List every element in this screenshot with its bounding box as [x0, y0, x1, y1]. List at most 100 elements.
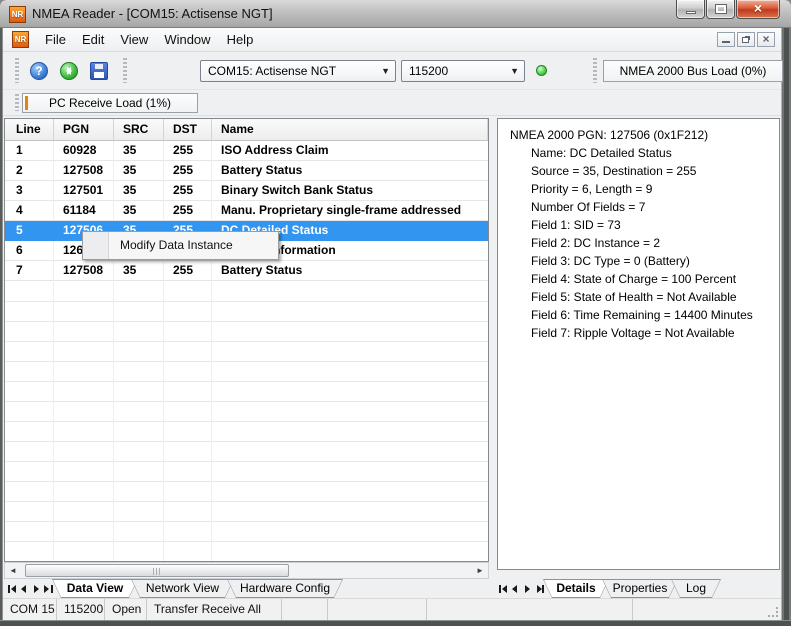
cell-dst: 255 — [164, 261, 212, 281]
tab-network-view[interactable]: Network View — [131, 579, 234, 598]
menu-view[interactable]: View — [112, 29, 156, 51]
cell-name: Battery Status — [212, 161, 488, 181]
horizontal-scrollbar[interactable]: ◄ ► — [4, 562, 489, 579]
tab-prev-icon[interactable] — [511, 584, 520, 593]
column-header-name[interactable]: Name — [212, 119, 488, 141]
mdi-child-icon[interactable]: NR — [12, 31, 29, 48]
right-tab-bar: Details Properties Log — [495, 579, 781, 598]
table-row[interactable]: 2 127508 35 255 Battery Status — [5, 161, 488, 181]
title-bar[interactable]: NR NMEA Reader - [COM15: Actisense NGT] … — [0, 0, 791, 28]
app-icon: NR — [9, 6, 26, 23]
connection-status-led-icon — [536, 65, 547, 76]
mdi-close-button[interactable]: × — [757, 32, 775, 47]
table-row[interactable]: 4 61184 35 255 Manu. Proprietary single-… — [5, 201, 488, 221]
pgn-detail-line: Field 4: State of Charge = 100 Percent — [510, 270, 775, 288]
window-title: NMEA Reader - [COM15: Actisense NGT] — [32, 0, 273, 27]
tab-next-icon[interactable] — [523, 584, 532, 593]
menu-file[interactable]: File — [37, 29, 74, 51]
pgn-detail-line: Field 6: Time Remaining = 14400 Minutes — [510, 306, 775, 324]
tab-details[interactable]: Details — [543, 579, 609, 598]
mdi-minimize-button[interactable] — [717, 32, 735, 47]
main-area: Line PGN SRC DST Name 1 60928 35 255 ISO… — [3, 116, 781, 598]
status-empty-cell — [427, 599, 633, 620]
context-menu: Modify Data Instance — [82, 231, 279, 260]
tab-next-icon[interactable] — [32, 584, 41, 593]
tab-data-view[interactable]: Data View — [52, 579, 138, 598]
table-empty-area — [5, 282, 488, 561]
data-view-pane: Line PGN SRC DST Name 1 60928 35 255 ISO… — [4, 116, 490, 598]
chevron-down-icon: ▼ — [381, 61, 390, 81]
cell-name: Manu. Proprietary single-frame addressed — [212, 201, 488, 221]
tab-last-icon[interactable] — [44, 584, 53, 593]
tab-prev-icon[interactable] — [20, 584, 29, 593]
baud-rate-value: 115200 — [409, 64, 448, 78]
tab-first-icon[interactable] — [8, 584, 17, 593]
scrollbar-thumb[interactable] — [25, 564, 289, 577]
menu-item-modify-data-instance[interactable]: Modify Data Instance — [110, 232, 278, 259]
pgn-detail-line: Number Of Fields = 7 — [510, 198, 775, 216]
cell-src: 35 — [114, 141, 164, 161]
cell-name: ISO Address Claim — [212, 141, 488, 161]
cell-pgn: 127508 — [54, 161, 114, 181]
baud-rate-select[interactable]: 115200 ▼ — [401, 60, 525, 82]
table-row[interactable]: 3 127501 35 255 Binary Switch Bank Statu… — [5, 181, 488, 201]
menu-edit[interactable]: Edit — [74, 29, 112, 51]
maximize-button[interactable] — [706, 0, 735, 19]
tab-log[interactable]: Log — [671, 579, 721, 598]
table-header-row[interactable]: Line PGN SRC DST Name — [5, 119, 488, 141]
com-port-select[interactable]: COM15: Actisense NGT ▼ — [200, 60, 396, 82]
close-button[interactable]: × — [736, 0, 780, 19]
status-bar: COM 15 115200 Open Transfer Receive All — [3, 598, 781, 620]
cell-pgn: 61184 — [54, 201, 114, 221]
toolbar-gripper[interactable] — [123, 58, 127, 83]
pgn-details-title: NMEA 2000 PGN: 127506 (0x1F212) — [510, 126, 775, 144]
tab-hardware-config[interactable]: Hardware Config — [227, 579, 343, 598]
column-header-dst[interactable]: DST — [164, 119, 212, 141]
cell-dst: 255 — [164, 141, 212, 161]
cell-line: 1 — [5, 141, 54, 161]
column-header-src[interactable]: SRC — [114, 119, 164, 141]
cell-name: Battery Status — [212, 261, 488, 281]
cell-dst: 255 — [164, 181, 212, 201]
toolbar-gripper[interactable] — [15, 94, 19, 111]
scroll-left-icon[interactable]: ◄ — [5, 563, 21, 578]
application-window: NR NMEA Reader - [COM15: Actisense NGT] … — [0, 0, 791, 626]
cell-name: Binary Switch Bank Status — [212, 181, 488, 201]
tab-first-icon[interactable] — [499, 584, 508, 593]
menu-window[interactable]: Window — [156, 29, 218, 51]
message-table: Line PGN SRC DST Name 1 60928 35 255 ISO… — [4, 118, 489, 562]
column-header-pgn[interactable]: PGN — [54, 119, 114, 141]
save-icon[interactable] — [90, 62, 108, 80]
pgn-detail-line: Field 7: Ripple Voltage = Not Available — [510, 324, 775, 342]
client-area: NR File Edit View Window Help × ? COM15:… — [3, 28, 781, 620]
pc-receive-load-indicator: PC Receive Load (1%) — [22, 93, 198, 113]
scroll-right-icon[interactable]: ► — [472, 563, 488, 578]
status-com-port: COM 15 — [3, 599, 57, 620]
cell-line: 5 — [5, 221, 54, 241]
cell-dst: 255 — [164, 161, 212, 181]
toolbar-gripper[interactable] — [15, 58, 19, 83]
mdi-caption-buttons: × — [717, 32, 775, 47]
context-menu-icon-gutter — [83, 232, 109, 259]
tab-nav-buttons — [495, 579, 550, 598]
pgn-detail-line: Field 5: State of Health = Not Available — [510, 288, 775, 306]
tab-last-icon[interactable] — [535, 584, 544, 593]
pgn-detail-line: Field 2: DC Instance = 2 — [510, 234, 775, 252]
transfer-icon[interactable] — [60, 62, 78, 80]
cell-line: 4 — [5, 201, 54, 221]
tab-properties[interactable]: Properties — [602, 579, 678, 598]
status-baud-rate: 115200 — [57, 599, 105, 620]
cell-src: 35 — [114, 161, 164, 181]
toolbar-gripper[interactable] — [593, 58, 597, 83]
table-row[interactable]: 1 60928 35 255 ISO Address Claim — [5, 141, 488, 161]
mdi-restore-button[interactable] — [737, 32, 755, 47]
resize-grip[interactable] — [768, 607, 778, 617]
help-icon[interactable]: ? — [30, 62, 48, 80]
minimize-button[interactable] — [676, 0, 705, 19]
table-row[interactable]: 7 127508 35 255 Battery Status — [5, 261, 488, 281]
column-header-line[interactable]: Line — [5, 119, 54, 141]
cell-src: 35 — [114, 261, 164, 281]
menu-help[interactable]: Help — [219, 29, 262, 51]
status-empty-cell — [282, 599, 328, 620]
receive-load-toolbar: PC Receive Load (1%) — [3, 90, 781, 116]
